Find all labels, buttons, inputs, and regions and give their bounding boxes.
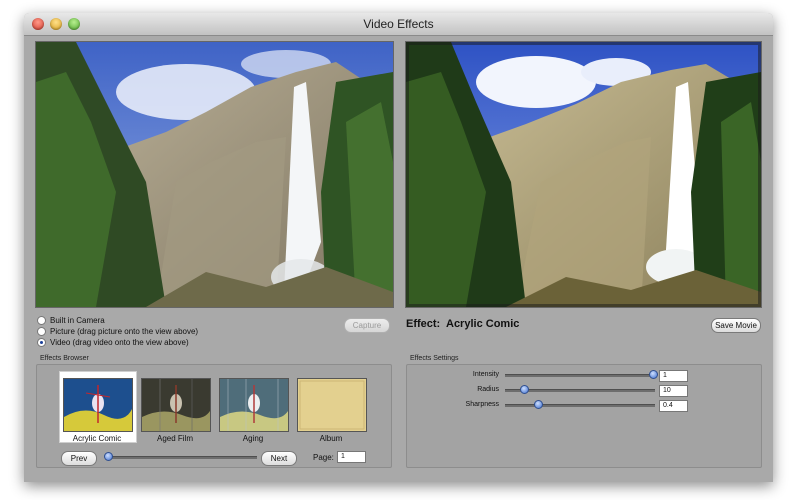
- radio-circle[interactable]: [37, 315, 46, 325]
- waterfall-source-image: [36, 42, 393, 307]
- intensity-label: Intensity: [472, 371, 499, 378]
- acrylic-comic-label: Acrylic Comic: [72, 434, 122, 443]
- video-effects-window: Video Effects Built in Camera Picture (d…: [24, 13, 773, 482]
- radio-circle[interactable]: [37, 326, 46, 336]
- album-label: Album: [319, 434, 343, 443]
- album-thumbnail[interactable]: [297, 378, 367, 432]
- effect-name: Acrylic Comic: [446, 318, 520, 330]
- video-radio[interactable]: Video (drag video onto the view above): [37, 336, 189, 348]
- window-title: Video Effects: [363, 17, 434, 31]
- title-bar: Video Effects: [24, 13, 773, 36]
- effects-browser-title: Effects Browser: [40, 355, 89, 362]
- acrylic-comic-thumbnail[interactable]: [63, 378, 133, 432]
- effects-browser-group: Acrylic Comic Aged Film Aging Album Prev…: [36, 364, 392, 468]
- radio-circle-selected[interactable]: [37, 337, 46, 347]
- sharpness-field[interactable]: 0.4: [659, 400, 688, 412]
- effect-output-view: [405, 41, 762, 308]
- sharpness-slider-track[interactable]: [505, 404, 655, 407]
- intensity-slider-track[interactable]: [505, 374, 655, 377]
- picture-label: Picture (drag picture onto the view abov…: [50, 326, 199, 336]
- page-label: Page:: [313, 453, 334, 462]
- next-button[interactable]: Next: [261, 451, 297, 466]
- intensity-field[interactable]: 1: [659, 370, 688, 382]
- aging-thumbnail[interactable]: [219, 378, 289, 432]
- built-in-camera-label: Built in Camera: [50, 315, 105, 325]
- aged-film-label: Aged Film: [156, 434, 193, 443]
- source-video-view[interactable]: [35, 41, 394, 308]
- prev-button[interactable]: Prev: [61, 451, 97, 466]
- capture-button[interactable]: Capture: [344, 318, 390, 333]
- waterfall-output-image: [406, 42, 761, 307]
- aged-film-thumbnail[interactable]: [141, 378, 211, 432]
- page-field[interactable]: 1: [337, 451, 366, 463]
- radius-label: Radius: [477, 386, 499, 393]
- effects-settings-title: Effects Settings: [410, 355, 459, 362]
- aging-label: Aging: [242, 434, 264, 443]
- radius-field[interactable]: 10: [659, 385, 688, 397]
- page-slider-knob[interactable]: [104, 452, 113, 461]
- effects-settings-group: Intensity 1 Radius 10 Sharpness 0.4: [406, 364, 762, 468]
- radius-slider-knob[interactable]: [520, 385, 529, 394]
- intensity-slider-knob[interactable]: [649, 370, 658, 379]
- sharpness-label: Sharpness: [465, 401, 499, 408]
- page-slider-track[interactable]: [107, 456, 257, 459]
- sharpness-slider-knob[interactable]: [534, 400, 543, 409]
- video-label: Video (drag video onto the view above): [50, 337, 189, 347]
- effect-label: Effect:: [406, 318, 441, 330]
- save-movie-button[interactable]: Save Movie: [711, 318, 761, 333]
